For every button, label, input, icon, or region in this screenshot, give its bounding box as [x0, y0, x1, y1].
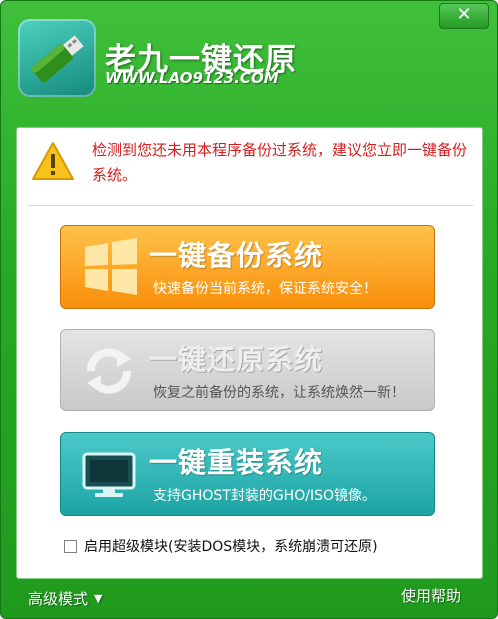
reinstall-desc: 支持GHOST封装的GHO/ISO镜像。	[153, 488, 376, 504]
chevron-down-icon: ▼	[94, 592, 103, 605]
reinstall-title: 一键重装系统	[149, 446, 324, 479]
refresh-icon	[87, 348, 131, 394]
advanced-mode-menu[interactable]: 高级模式 ▼	[28, 588, 102, 609]
website-link[interactable]: WWW.LAO9123.COM	[105, 69, 279, 87]
usb-drive-icon	[18, 19, 96, 97]
warning-icon	[32, 142, 74, 180]
help-link[interactable]: 使用帮助	[401, 585, 461, 606]
super-module-option[interactable]: 启用超级模块(安装DOS模块，系统崩溃可还原)	[64, 536, 378, 556]
restore-desc: 恢复之前备份的系统，让系统焕然一新！	[153, 385, 405, 401]
restore-title: 一键还原系统	[149, 343, 324, 376]
super-module-checkbox[interactable]	[64, 539, 77, 553]
reinstall-button[interactable]: 一键重装系统 支持GHOST封装的GHO/ISO镜像。	[60, 432, 435, 516]
notice: 检测到您还未用本程序备份过系统，建议您立即一键备份系统。	[31, 138, 471, 184]
monitor-icon	[82, 452, 136, 497]
backup-title: 一键备份系统	[149, 239, 324, 272]
restore-button[interactable]: 一键还原系统 恢复之前备份的系统，让系统焕然一新！	[60, 329, 435, 411]
notice-text: 检测到您还未用本程序备份过系统，建议您立即一键备份系统。	[92, 141, 468, 184]
windows-logo-icon	[85, 238, 137, 295]
divider	[28, 205, 474, 206]
app-window: 老九一键还原 WWW.LAO9123.COM ✕ 检测到您还未用本程序备份过系统…	[0, 0, 498, 619]
advanced-mode-label: 高级模式	[28, 590, 89, 608]
backup-desc: 快速备份当前系统，保证系统安全！	[153, 281, 377, 297]
close-button[interactable]: ✕	[439, 3, 489, 29]
backup-button[interactable]: 一键备份系统 快速备份当前系统，保证系统安全！	[60, 225, 435, 309]
super-module-label: 启用超级模块(安装DOS模块，系统崩溃可还原)	[84, 539, 378, 555]
